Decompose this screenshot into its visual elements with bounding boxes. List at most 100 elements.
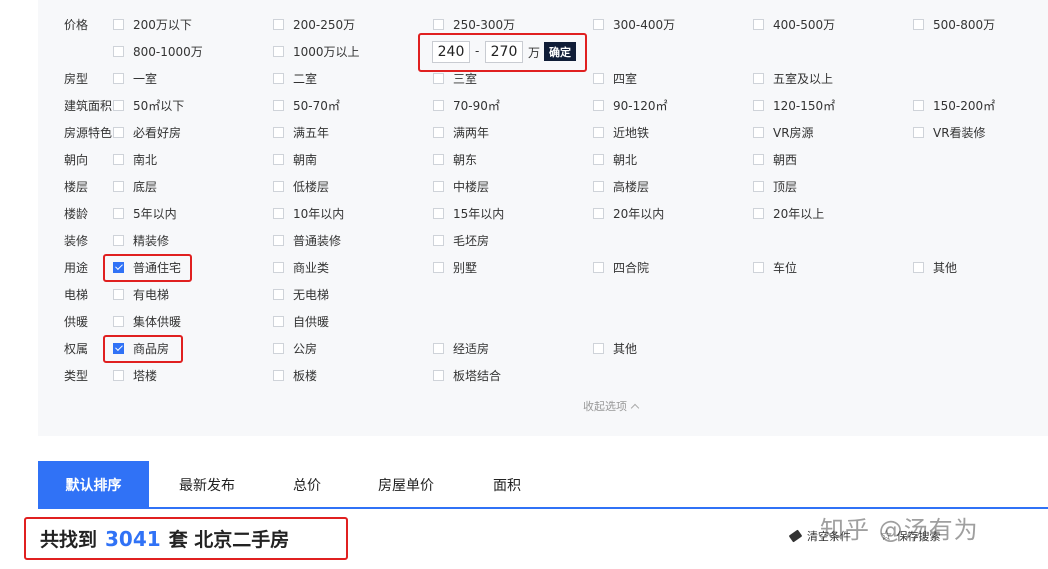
- price-option-800-1000[interactable]: 800-1000万: [113, 42, 203, 60]
- checkbox[interactable]: [113, 234, 124, 246]
- ownership-option[interactable]: 经适房: [433, 339, 489, 357]
- price-max-input[interactable]: 270: [485, 41, 523, 63]
- checkbox[interactable]: [273, 342, 284, 354]
- features-option[interactable]: 必看好房: [113, 123, 181, 141]
- checkbox[interactable]: [433, 261, 444, 273]
- ownership-option-commercial[interactable]: 商品房: [113, 339, 169, 357]
- floor-option[interactable]: 高楼层: [593, 177, 649, 195]
- checkbox[interactable]: [433, 342, 444, 354]
- checkbox[interactable]: [593, 153, 604, 165]
- checkbox[interactable]: [593, 18, 604, 30]
- checkbox[interactable]: [433, 234, 444, 246]
- ownership-option[interactable]: 公房: [273, 339, 317, 357]
- checkbox[interactable]: [113, 315, 124, 327]
- checkbox[interactable]: [113, 72, 124, 84]
- checkbox[interactable]: [273, 369, 284, 381]
- checkbox[interactable]: [433, 207, 444, 219]
- area-option[interactable]: 70-90㎡: [433, 96, 500, 114]
- usage-option-residential[interactable]: 普通住宅: [113, 258, 181, 276]
- ownership-option[interactable]: 其他: [593, 339, 637, 357]
- price-option-under-200[interactable]: 200万以下: [113, 15, 192, 33]
- checkbox[interactable]: [273, 234, 284, 246]
- building-type-option[interactable]: 板楼: [273, 366, 317, 384]
- rooms-option[interactable]: 五室及以上: [753, 69, 833, 87]
- price-option-400-500[interactable]: 400-500万: [753, 15, 835, 33]
- price-option-300-400[interactable]: 300-400万: [593, 15, 675, 33]
- features-option[interactable]: 满两年: [433, 123, 489, 141]
- orientation-option[interactable]: 朝西: [753, 150, 797, 168]
- checkbox[interactable]: [753, 18, 764, 30]
- price-option-200-250[interactable]: 200-250万: [273, 15, 355, 33]
- checkbox[interactable]: [113, 18, 124, 30]
- features-option[interactable]: VR看装修: [913, 123, 986, 141]
- checkbox[interactable]: [273, 72, 284, 84]
- tab-area[interactable]: 面积: [493, 461, 521, 509]
- usage-option[interactable]: 车位: [753, 258, 797, 276]
- checkbox[interactable]: [593, 72, 604, 84]
- checkbox[interactable]: [593, 126, 604, 138]
- checkbox[interactable]: [113, 180, 124, 192]
- checkbox[interactable]: [753, 99, 764, 111]
- checkbox[interactable]: [273, 180, 284, 192]
- rooms-option[interactable]: 四室: [593, 69, 637, 87]
- orientation-option[interactable]: 朝南: [273, 150, 317, 168]
- usage-option[interactable]: 其他: [913, 258, 957, 276]
- checkbox[interactable]: [273, 261, 284, 273]
- elevator-option[interactable]: 无电梯: [273, 285, 329, 303]
- building-type-option[interactable]: 板塔结合: [433, 366, 501, 384]
- checkbox[interactable]: [113, 45, 124, 57]
- decoration-option[interactable]: 精装修: [113, 231, 169, 249]
- checkbox[interactable]: [273, 153, 284, 165]
- checkbox[interactable]: [273, 207, 284, 219]
- checkbox[interactable]: [913, 261, 924, 273]
- checkbox[interactable]: [113, 288, 124, 300]
- price-confirm-button[interactable]: 确定: [544, 42, 576, 61]
- tab-newest[interactable]: 最新发布: [179, 461, 235, 509]
- checkbox[interactable]: [753, 180, 764, 192]
- decoration-option[interactable]: 毛坯房: [433, 231, 489, 249]
- checkbox[interactable]: [913, 18, 924, 30]
- checkbox[interactable]: [113, 153, 124, 165]
- checkbox[interactable]: [753, 126, 764, 138]
- orientation-option[interactable]: 朝北: [593, 150, 637, 168]
- orientation-option[interactable]: 南北: [113, 150, 157, 168]
- checkbox[interactable]: [433, 72, 444, 84]
- usage-option[interactable]: 别墅: [433, 258, 477, 276]
- checkbox-checked[interactable]: [113, 342, 124, 354]
- usage-option[interactable]: 商业类: [273, 258, 329, 276]
- floor-option[interactable]: 底层: [113, 177, 157, 195]
- heating-option[interactable]: 自供暖: [273, 312, 329, 330]
- checkbox[interactable]: [113, 207, 124, 219]
- checkbox[interactable]: [273, 315, 284, 327]
- checkbox[interactable]: [753, 153, 764, 165]
- rooms-option[interactable]: 一室: [113, 69, 157, 87]
- checkbox[interactable]: [273, 288, 284, 300]
- price-option-500-800[interactable]: 500-800万: [913, 15, 995, 33]
- checkbox[interactable]: [593, 342, 604, 354]
- age-option[interactable]: 20年以内: [593, 204, 664, 222]
- checkbox[interactable]: [593, 207, 604, 219]
- checkbox[interactable]: [433, 369, 444, 381]
- checkbox[interactable]: [113, 126, 124, 138]
- checkbox[interactable]: [433, 153, 444, 165]
- checkbox[interactable]: [913, 99, 924, 111]
- elevator-option[interactable]: 有电梯: [113, 285, 169, 303]
- area-option[interactable]: 50㎡以下: [113, 96, 184, 114]
- checkbox[interactable]: [273, 45, 284, 57]
- decoration-option[interactable]: 普通装修: [273, 231, 341, 249]
- features-option[interactable]: VR房源: [753, 123, 814, 141]
- checkbox[interactable]: [433, 18, 444, 30]
- price-min-input[interactable]: 240: [432, 41, 470, 63]
- tab-default-sort[interactable]: 默认排序: [38, 461, 149, 509]
- age-option[interactable]: 10年以内: [273, 204, 344, 222]
- tab-unit-price[interactable]: 房屋单价: [378, 461, 434, 509]
- tab-total-price[interactable]: 总价: [293, 461, 321, 509]
- checkbox[interactable]: [753, 261, 764, 273]
- features-option[interactable]: 近地铁: [593, 123, 649, 141]
- area-option[interactable]: 90-120㎡: [593, 96, 668, 114]
- checkbox-checked[interactable]: [113, 261, 124, 273]
- checkbox[interactable]: [593, 180, 604, 192]
- features-option[interactable]: 满五年: [273, 123, 329, 141]
- checkbox[interactable]: [593, 99, 604, 111]
- area-option[interactable]: 50-70㎡: [273, 96, 340, 114]
